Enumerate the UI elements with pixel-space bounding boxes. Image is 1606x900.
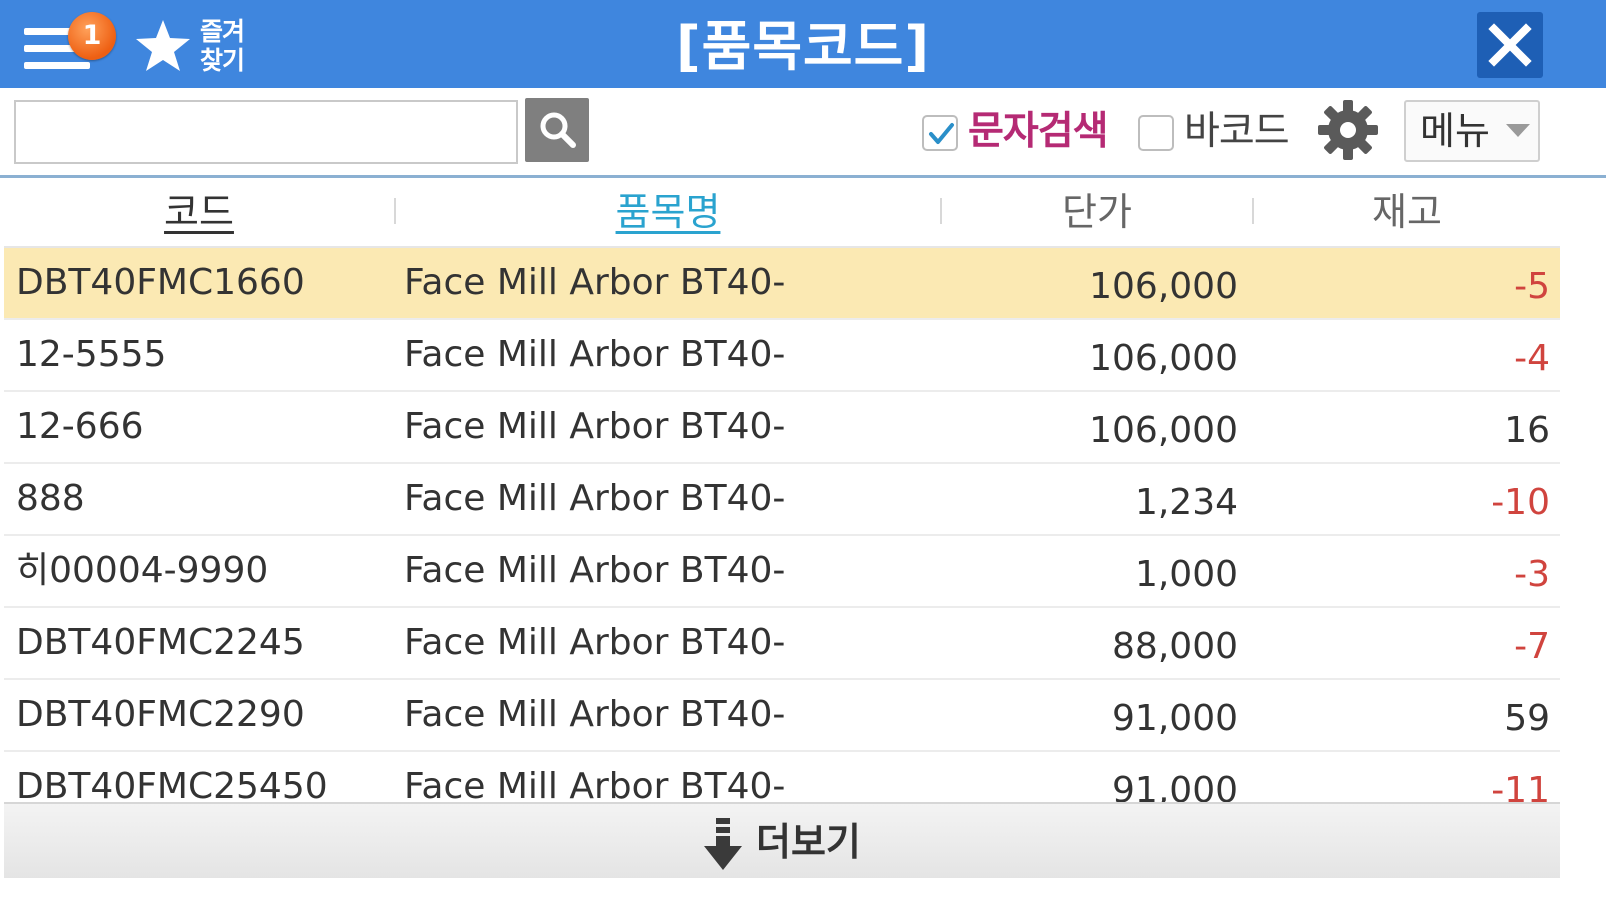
cell-code: DBT40FMC2245: [16, 622, 305, 663]
cell-name: Face Mill Arbor BT40-: [404, 622, 786, 663]
cell-stock: -10: [1491, 482, 1550, 523]
table-row[interactable]: DBT40FMC2245 Face Mill Arbor BT40- 88,000 -…: [4, 608, 1560, 680]
search-input[interactable]: [14, 100, 518, 164]
cell-stock: -4: [1514, 338, 1550, 379]
search-bar: 문자검색 바코드 메뉴: [0, 88, 1606, 178]
cell-price: 106,000: [1089, 338, 1238, 379]
cell-stock: 16: [1504, 410, 1550, 451]
cell-code: 12-666: [16, 406, 144, 447]
cell-name: Face Mill Arbor BT40-: [404, 262, 786, 303]
arrow-down-icon: [704, 818, 742, 870]
cell-stock: -11: [1491, 770, 1550, 802]
table-row[interactable]: DBT40FMC1660 Face Mill Arbor BT40- 106,000…: [4, 248, 1560, 320]
cell-name: Face Mill Arbor BT40-: [404, 550, 786, 591]
column-header-name[interactable]: 품목명: [396, 186, 940, 238]
column-header-stock-label: 재고: [1372, 190, 1442, 234]
column-header-name-label: 품목명: [615, 190, 721, 234]
cell-code: DBT40FMC1660: [16, 262, 305, 303]
search-icon: [540, 112, 576, 148]
column-header-price[interactable]: 단가: [942, 186, 1252, 238]
cell-code: DBT40FMC2290: [16, 694, 305, 735]
table-header: 코드 품목명 단가 재고: [4, 178, 1560, 248]
menu-dropdown-label: 메뉴: [1420, 109, 1490, 153]
window-title: [품목코드]: [675, 15, 931, 78]
cell-stock: -3: [1514, 554, 1550, 595]
table-row[interactable]: DBT40FMC2290 Face Mill Arbor BT40- 91,000 5…: [4, 680, 1560, 752]
cell-code: 12-5555: [16, 334, 167, 375]
table-row[interactable]: 12-5555 Face Mill Arbor BT40- 106,000 -4: [4, 320, 1560, 392]
chevron-down-icon: [1506, 124, 1530, 137]
settings-button[interactable]: [1316, 98, 1380, 162]
cell-code: 888: [16, 478, 85, 519]
cell-price: 91,000: [1112, 770, 1238, 802]
load-more-button[interactable]: 더보기: [4, 802, 1560, 880]
cell-stock: 59: [1504, 698, 1550, 739]
cell-price: 1,234: [1134, 482, 1238, 523]
column-header-code-label: 코드: [164, 190, 234, 234]
table-row[interactable]: 히00004-9990 Face Mill Arbor BT40- 1,000 -3: [4, 536, 1560, 608]
title-bar: 1 즐겨 찾기 [품목코드]: [0, 0, 1606, 88]
cell-price: 88,000: [1112, 626, 1238, 667]
cell-name: Face Mill Arbor BT40-: [404, 478, 786, 519]
table-row[interactable]: 888 Face Mill Arbor BT40- 1,234 -10: [4, 464, 1560, 536]
column-header-stock[interactable]: 재고: [1254, 186, 1560, 238]
column-header-code[interactable]: 코드: [4, 186, 394, 238]
item-code-window: 1 즐겨 찾기 [품목코드] 문자검색 바코드 메뉴 코드 품목명 단가 재고 …: [0, 0, 1606, 900]
cell-name: Face Mill Arbor BT40-: [404, 766, 786, 802]
gear-icon: [1318, 100, 1378, 160]
table-row[interactable]: DBT40FMC25450 Face Mill Arbor BT40- 91,000…: [4, 752, 1560, 802]
cell-name: Face Mill Arbor BT40-: [404, 694, 786, 735]
cell-name: Face Mill Arbor BT40-: [404, 334, 786, 375]
column-header-price-label: 단가: [1062, 190, 1132, 234]
close-button[interactable]: [1477, 12, 1543, 78]
cell-name: Face Mill Arbor BT40-: [404, 406, 786, 447]
cell-price: 106,000: [1089, 266, 1238, 307]
window-bottom-edge: [0, 878, 1606, 900]
item-table: 코드 품목명 단가 재고 DBT40FMC1660 Face Mill Arbor…: [4, 178, 1560, 802]
cell-code: DBT40FMC25450: [16, 766, 328, 802]
table-row[interactable]: 12-666 Face Mill Arbor BT40- 106,000 16: [4, 392, 1560, 464]
cell-stock: -7: [1514, 626, 1550, 667]
search-button[interactable]: [525, 98, 589, 162]
cell-code: 히00004-9990: [16, 550, 269, 591]
cell-price: 106,000: [1089, 410, 1238, 451]
menu-dropdown[interactable]: 메뉴: [1404, 100, 1540, 162]
barcode-checkbox[interactable]: [1138, 115, 1174, 151]
cell-stock: -5: [1514, 266, 1550, 307]
close-icon: [1488, 23, 1532, 67]
checkmark-icon: [929, 123, 954, 144]
text-search-checkbox[interactable]: [922, 115, 958, 151]
load-more-label: 더보기: [756, 820, 861, 864]
text-search-label[interactable]: 문자검색: [968, 108, 1109, 156]
cell-price: 91,000: [1112, 698, 1238, 739]
cell-price: 1,000: [1134, 554, 1238, 595]
barcode-label[interactable]: 바코드: [1184, 108, 1290, 156]
table-body: DBT40FMC1660 Face Mill Arbor BT40- 106,000…: [4, 248, 1560, 802]
